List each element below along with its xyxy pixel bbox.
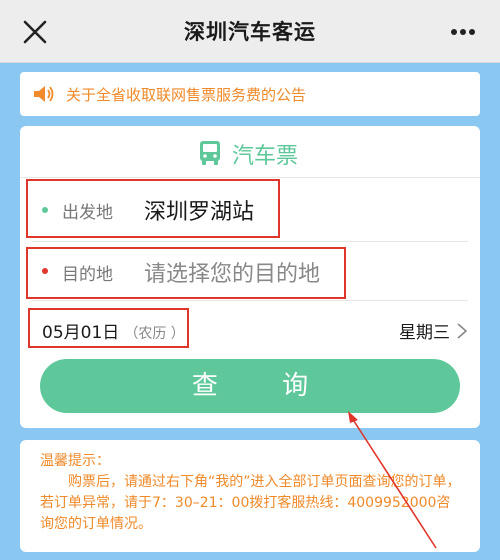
annotation-box-date	[28, 308, 189, 348]
announcement-banner[interactable]: 关于全省收取联网售票服务费的公告	[20, 72, 480, 116]
bus-icon	[200, 141, 220, 165]
tips-body: 购票后，请通过右下角“我的”进入全部订单页面查询您的订单，若订单异常，请于7：3…	[40, 474, 461, 532]
weekday: 星期三	[399, 323, 450, 343]
tips-title: 温馨提示：	[40, 453, 110, 469]
chevron-right-icon	[457, 323, 468, 339]
top-bar: 深圳汽车客运	[0, 0, 500, 63]
annotation-box-departure	[26, 179, 280, 238]
divider	[32, 300, 468, 301]
ticket-type-title: 汽车票	[232, 144, 299, 169]
annotation-box-destination	[26, 247, 346, 299]
ticket-type-header: 汽车票	[20, 136, 480, 170]
speaker-icon	[34, 86, 54, 102]
announcement-text: 关于全省收取联网售票服务费的公告	[66, 86, 307, 104]
page-title: 深圳汽车客运	[184, 20, 316, 44]
tips-panel: 温馨提示： 购票后，请通过右下角“我的”进入全部订单页面查询您的订单，若订单异常…	[20, 440, 480, 552]
query-button[interactable]: 查 询	[40, 359, 460, 413]
more-options-icon[interactable]	[450, 28, 476, 36]
